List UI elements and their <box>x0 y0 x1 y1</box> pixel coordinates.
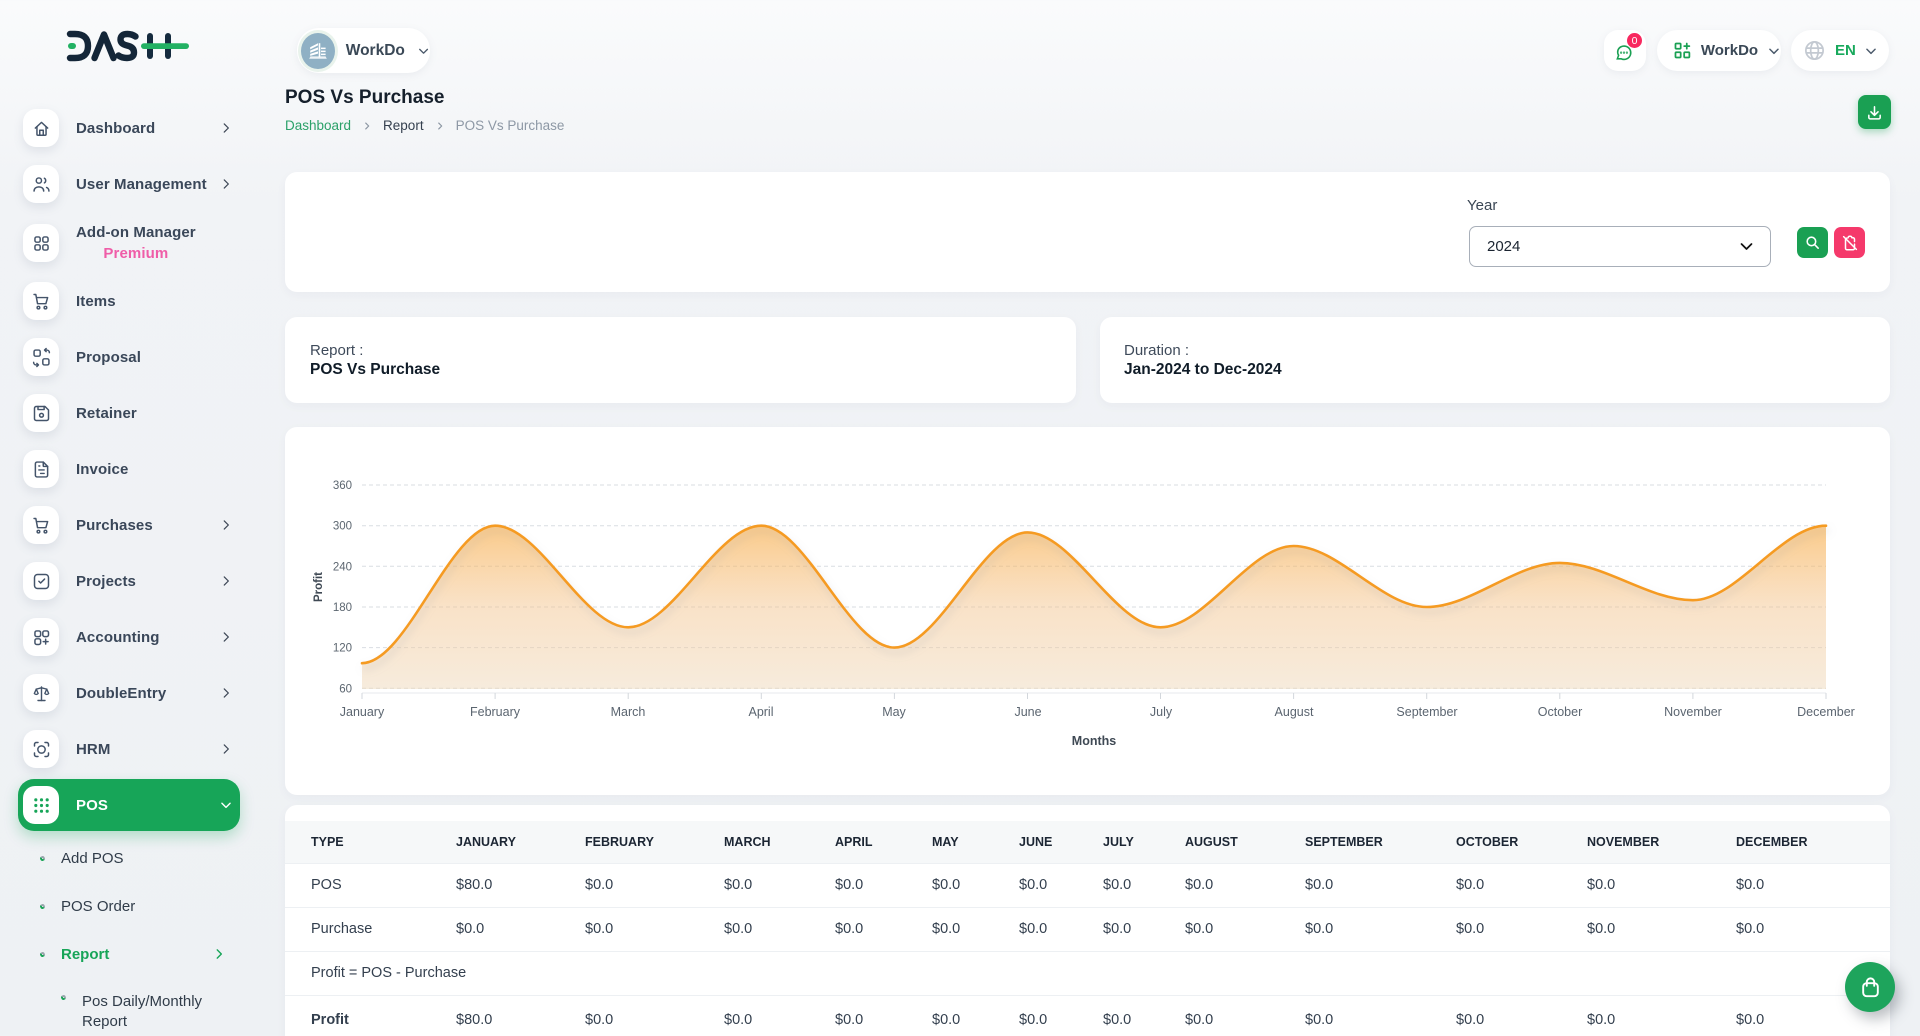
svg-text:May: May <box>882 705 906 719</box>
svg-text:January: January <box>340 705 385 719</box>
svg-text:360: 360 <box>333 480 352 492</box>
svg-text:August: August <box>1275 705 1314 719</box>
svg-text:July: July <box>1150 705 1173 719</box>
svg-text:120: 120 <box>333 643 352 655</box>
svg-text:December: December <box>1797 705 1855 719</box>
svg-text:April: April <box>748 705 773 719</box>
svg-text:October: October <box>1538 705 1582 719</box>
svg-text:November: November <box>1664 705 1722 719</box>
svg-text:March: March <box>611 705 646 719</box>
svg-text:June: June <box>1014 705 1041 719</box>
svg-text:February: February <box>470 705 521 719</box>
svg-text:240: 240 <box>333 561 352 573</box>
svg-text:60: 60 <box>339 683 352 695</box>
svg-text:September: September <box>1396 705 1457 719</box>
svg-text:180: 180 <box>333 602 352 614</box>
svg-text:Profit: Profit <box>313 572 325 602</box>
svg-text:300: 300 <box>333 521 352 533</box>
svg-text:Months: Months <box>1072 734 1116 748</box>
